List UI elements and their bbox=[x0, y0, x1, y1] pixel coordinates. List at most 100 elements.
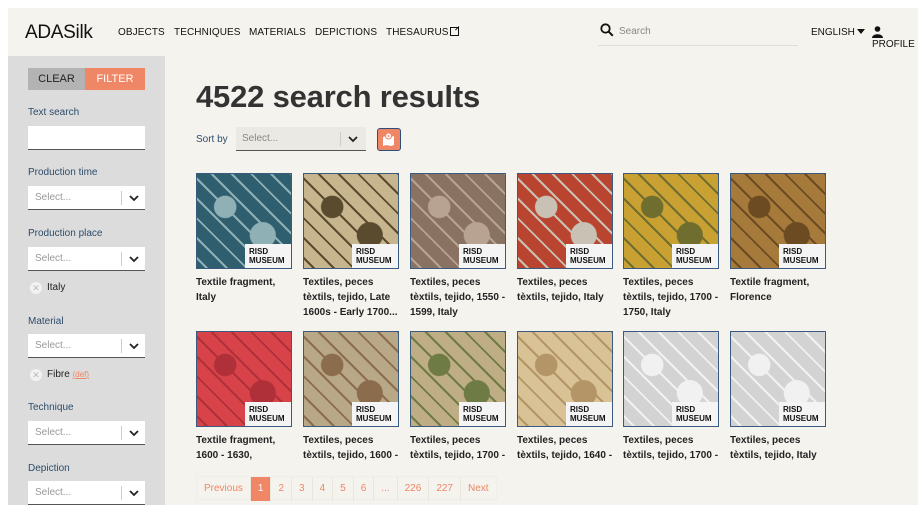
badge-line: MUSEUM bbox=[783, 256, 819, 265]
badge-line: RISD bbox=[783, 247, 803, 256]
result-caption[interactable]: Textile fragment, Florence bbox=[730, 275, 830, 305]
production-place-select[interactable]: Select... bbox=[28, 247, 145, 271]
production-place-chip: ✕ Italy bbox=[30, 282, 65, 294]
badge-line: RISD bbox=[783, 405, 803, 414]
clear-button[interactable]: CLEAR bbox=[28, 68, 85, 90]
risd-museum-badge: RISD MUSEUM bbox=[672, 244, 718, 268]
result-caption[interactable]: Textiles, peces tèxtils, tejido, 1640 - bbox=[517, 433, 617, 463]
badge-line: MUSEUM bbox=[249, 414, 285, 423]
nav-depictions[interactable]: DEPICTIONS bbox=[315, 27, 377, 38]
nav-objects[interactable]: OBJECTS bbox=[118, 27, 165, 38]
select-placeholder: Select... bbox=[35, 192, 72, 203]
page-button[interactable]: 2 bbox=[271, 477, 293, 501]
result-thumbnail[interactable]: RISD MUSEUM bbox=[303, 173, 399, 269]
search-box bbox=[598, 22, 798, 46]
page-button[interactable]: 6 bbox=[354, 477, 375, 501]
select-divider bbox=[121, 191, 122, 205]
filter-button[interactable]: FILTER bbox=[85, 68, 145, 90]
badge-line: MUSEUM bbox=[356, 256, 392, 265]
page-button[interactable]: 227 bbox=[429, 477, 461, 501]
material-select[interactable]: Select... bbox=[28, 334, 145, 358]
risd-museum-badge: RISD MUSEUM bbox=[245, 244, 291, 268]
definition-link-label: def bbox=[75, 370, 87, 379]
result-thumbnail[interactable]: RISD MUSEUM bbox=[303, 331, 399, 427]
text-search-input[interactable] bbox=[28, 126, 145, 150]
remove-icon[interactable]: ✕ bbox=[30, 369, 42, 381]
profile-label: PROFILE bbox=[872, 39, 915, 50]
previous-page-button[interactable]: Previous bbox=[197, 477, 251, 501]
select-divider bbox=[121, 339, 122, 353]
result-thumbnail[interactable]: RISD MUSEUM bbox=[623, 331, 719, 427]
result-caption[interactable]: Textiles, peces tèxtils, tejido, Italy bbox=[517, 275, 617, 305]
filter-sidebar: CLEAR FILTER Text search Production time… bbox=[8, 56, 165, 505]
badge-line: RISD bbox=[570, 247, 590, 256]
badge-line: MUSEUM bbox=[463, 256, 499, 265]
result-caption[interactable]: Textiles, peces tèxtils, tejido, Late 16… bbox=[303, 275, 403, 320]
depiction-select[interactable]: Select... bbox=[28, 481, 145, 505]
site-logo[interactable]: ADASilk bbox=[25, 22, 93, 44]
definition-link[interactable]: (def) bbox=[73, 370, 89, 379]
material-label: Material bbox=[28, 316, 64, 327]
nav-techniques[interactable]: TECHNIQUES bbox=[174, 27, 241, 38]
page-button[interactable]: 3 bbox=[292, 477, 313, 501]
remove-icon[interactable]: ✕ bbox=[30, 282, 42, 294]
risd-museum-badge: RISD MUSEUM bbox=[566, 402, 612, 426]
risd-museum-badge: RISD MUSEUM bbox=[779, 402, 825, 426]
result-caption[interactable]: Textile fragment, Italy bbox=[196, 275, 296, 305]
sort-select[interactable]: Select... bbox=[236, 127, 366, 151]
production-time-select[interactable]: Select... bbox=[28, 186, 145, 210]
badge-line: RISD bbox=[356, 405, 376, 414]
result-thumbnail[interactable]: RISD MUSEUM bbox=[623, 173, 719, 269]
pagination: Previous 1 2 3 4 5 6... 226 227 Next bbox=[196, 476, 497, 501]
result-thumbnail[interactable]: RISD MUSEUM bbox=[410, 331, 506, 427]
page-button[interactable]: 226 bbox=[398, 477, 430, 501]
results-area: 4522 search results Sort by Select... RI… bbox=[165, 56, 918, 505]
language-label: ENGLISH bbox=[811, 27, 855, 38]
select-placeholder: Select... bbox=[35, 340, 72, 351]
result-caption[interactable]: Textiles, peces tèxtils, tejido, 1700 - bbox=[623, 433, 723, 463]
badge-line: RISD bbox=[570, 405, 590, 414]
chevron-down-icon bbox=[129, 430, 139, 437]
result-caption[interactable]: Textiles, peces tèxtils, tejido, 1700 - bbox=[410, 433, 510, 463]
result-thumbnail[interactable]: RISD MUSEUM bbox=[517, 173, 613, 269]
badge-line: RISD bbox=[463, 247, 483, 256]
language-selector[interactable]: ENGLISH bbox=[811, 27, 865, 38]
result-thumbnail[interactable]: RISD MUSEUM bbox=[517, 331, 613, 427]
chevron-down-icon bbox=[129, 256, 139, 263]
risd-museum-badge: RISD MUSEUM bbox=[459, 402, 505, 426]
result-thumbnail[interactable]: RISD MUSEUM bbox=[196, 331, 292, 427]
select-placeholder: Select... bbox=[35, 253, 72, 264]
technique-select[interactable]: Select... bbox=[28, 421, 145, 445]
material-chip: ✕ Fibre (def) bbox=[30, 369, 89, 381]
nav-thesaurus[interactable]: THESAURUS bbox=[386, 27, 459, 38]
result-caption[interactable]: Textile fragment, 1600 - 1630, bbox=[196, 433, 296, 463]
select-divider bbox=[121, 252, 122, 266]
profile-link[interactable]: PROFILE bbox=[872, 26, 918, 50]
search-input[interactable] bbox=[619, 22, 789, 40]
search-icon[interactable] bbox=[600, 23, 614, 37]
badge-line: RISD bbox=[249, 247, 269, 256]
result-caption[interactable]: Textiles, peces tèxtils, tejido, 1700 - … bbox=[623, 275, 723, 320]
page-button[interactable]: 5 bbox=[333, 477, 354, 501]
result-thumbnail[interactable]: RISD MUSEUM bbox=[730, 331, 826, 427]
page-button[interactable]: 1 bbox=[250, 477, 272, 501]
next-page-button[interactable]: Next bbox=[461, 477, 496, 501]
badge-line: MUSEUM bbox=[570, 256, 606, 265]
page-button[interactable]: 4 bbox=[313, 477, 334, 501]
chevron-down-icon bbox=[129, 195, 139, 202]
map-view-button[interactable] bbox=[377, 128, 401, 151]
risd-museum-badge: RISD MUSEUM bbox=[352, 244, 398, 268]
result-thumbnail[interactable]: RISD MUSEUM bbox=[730, 173, 826, 269]
result-caption[interactable]: Textiles, peces tèxtils, tejido, 1550 - … bbox=[410, 275, 510, 320]
nav-materials[interactable]: MATERIALS bbox=[249, 27, 306, 38]
technique-label: Technique bbox=[28, 402, 74, 413]
chip-label: Fibre bbox=[47, 369, 70, 380]
result-caption[interactable]: Textiles, peces tèxtils, tejido, 1600 - bbox=[303, 433, 403, 463]
chip-label: Italy bbox=[47, 282, 66, 293]
result-thumbnail[interactable]: RISD MUSEUM bbox=[196, 173, 292, 269]
results-title: 4522 search results bbox=[196, 79, 481, 114]
risd-museum-badge: RISD MUSEUM bbox=[352, 402, 398, 426]
depiction-label: Depiction bbox=[28, 463, 70, 474]
result-thumbnail[interactable]: RISD MUSEUM bbox=[410, 173, 506, 269]
result-caption[interactable]: Textiles, peces tèxtils, tejido, Italy bbox=[730, 433, 830, 463]
